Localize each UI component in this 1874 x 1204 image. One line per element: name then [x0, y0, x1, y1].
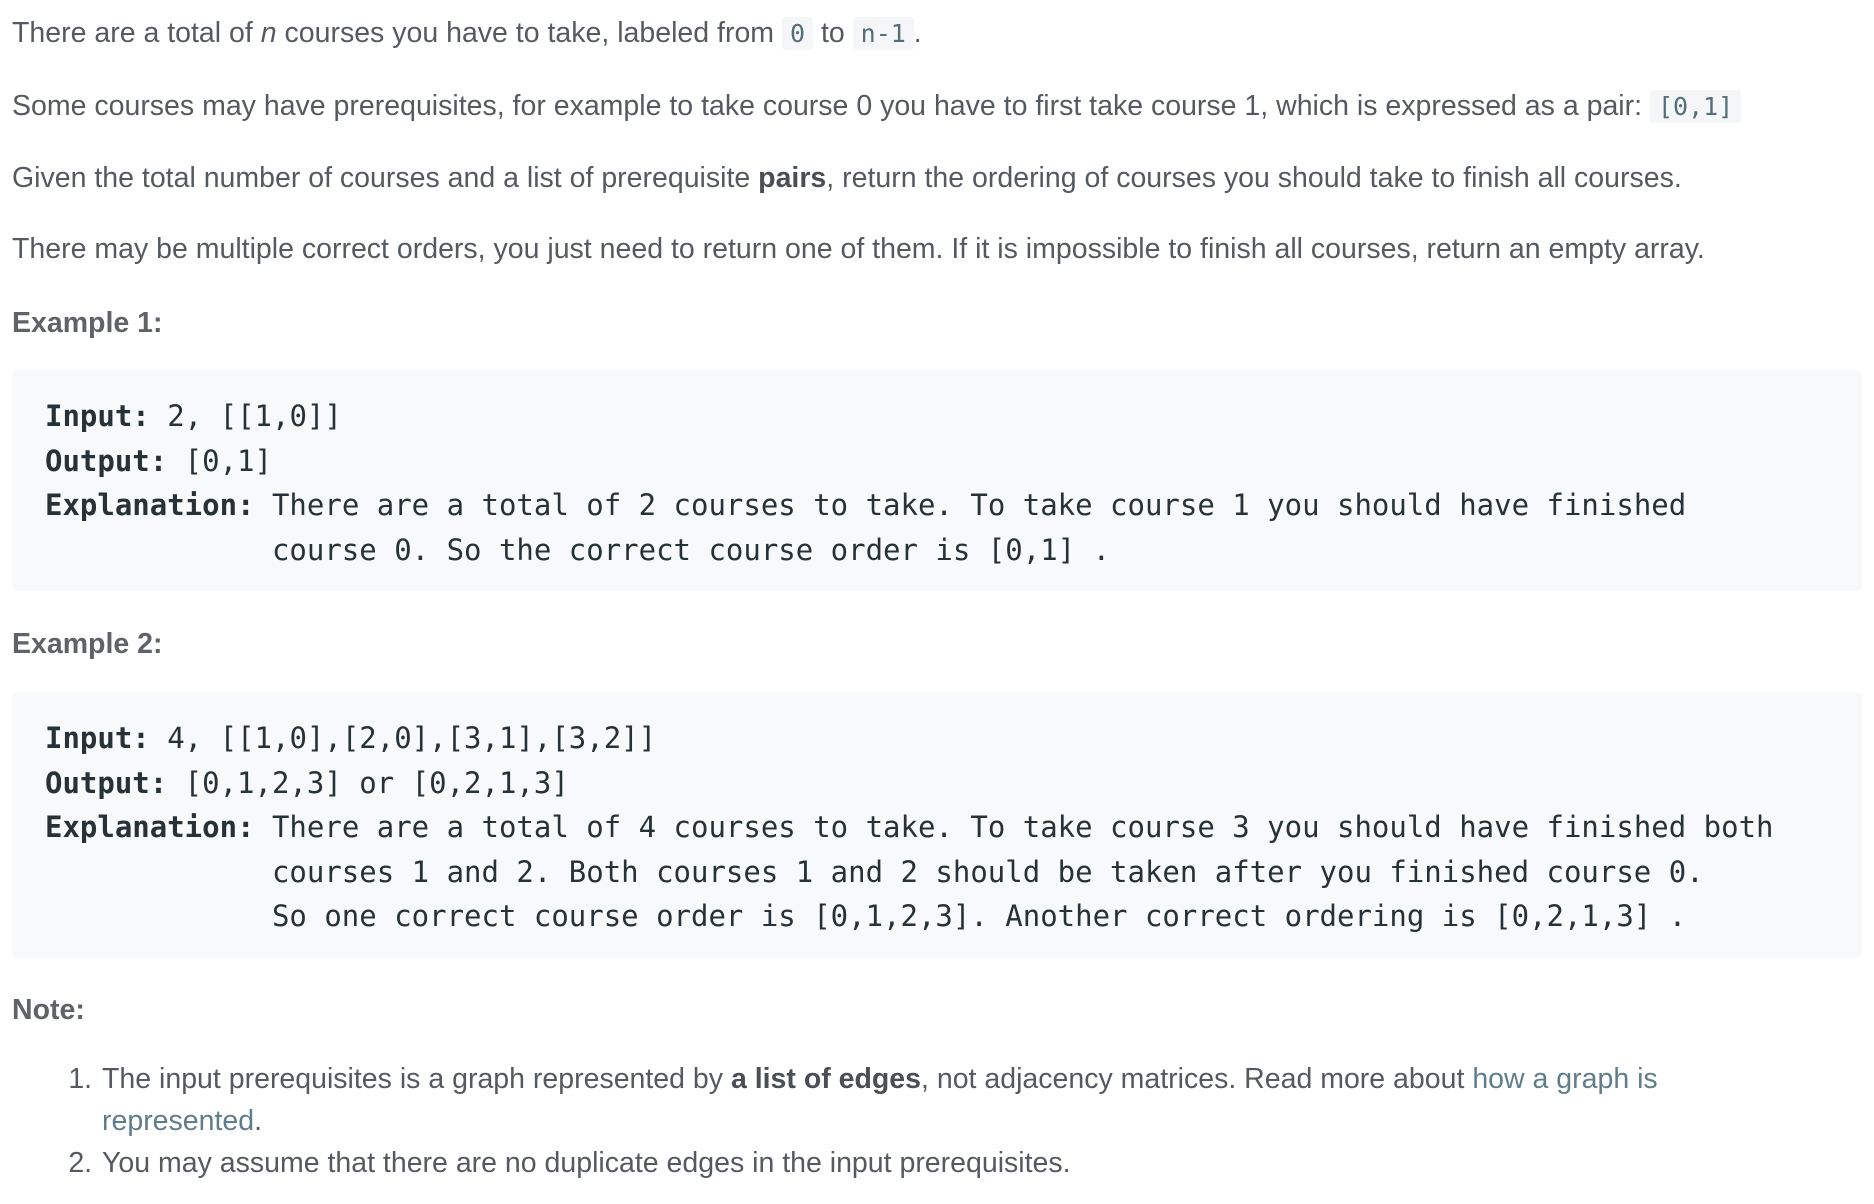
note-text: . — [254, 1105, 263, 1137]
note-text: , not adjacency matrices. Read more abou… — [921, 1063, 1473, 1095]
output-label: Output: — [45, 443, 168, 478]
inline-code-n-minus-1: n-1 — [852, 17, 914, 50]
inline-code-zero: 0 — [781, 17, 814, 50]
example-1-code-block: Input: 2, [[1,0]] Output: [0,1] Explanat… — [12, 370, 1862, 591]
bold-list-of-edges: a list of edges — [730, 1063, 922, 1095]
inline-code-pair: [0,1] — [1649, 90, 1742, 123]
explanation-label: Explanation: — [45, 488, 255, 522]
input-value: 2, [[1,0]] — [149, 399, 342, 433]
intro-text: Some courses may have prerequisites, for… — [12, 90, 1650, 122]
intro-paragraph-2: Some courses may have prerequisites, for… — [12, 86, 1742, 127]
intro-paragraph-1: There are a total of n courses you have … — [12, 13, 922, 54]
output-value: [0,1] — [167, 443, 272, 478]
example-1-heading: Example 1: — [12, 307, 163, 339]
input-value: 4, [[1,0],[2,0],[3,1],[3,2]] — [149, 721, 657, 755]
variable-n: n — [260, 17, 277, 49]
explanation-value: There are a total of 4 courses to take. … — [271, 810, 1774, 933]
output-label: Output: — [45, 765, 168, 800]
explanation-value: There are a total of 2 courses to take. … — [271, 488, 1687, 567]
intro-text: courses you have to take, labeled from — [276, 17, 782, 49]
intro-text: to — [813, 17, 853, 49]
note-item-2: You may assume that there are no duplica… — [100, 1142, 1800, 1184]
output-value: [0,1,2,3] or [0,2,1,3] — [167, 765, 569, 800]
intro-text: , return the ordering of courses you sho… — [826, 162, 1682, 194]
intro-paragraph-4: There may be multiple correct orders, yo… — [12, 233, 1705, 265]
note-item-1: The input prerequisites is a graph repre… — [100, 1058, 1800, 1142]
note-heading: Note: — [12, 994, 85, 1026]
note-list: The input prerequisites is a graph repre… — [12, 1058, 1800, 1184]
intro-paragraph-3: Given the total number of courses and a … — [12, 158, 1682, 198]
example-2-code-block: Input: 4, [[1,0],[2,0],[3,1],[3,2]] Outp… — [12, 692, 1862, 958]
input-label: Input: — [45, 721, 150, 755]
intro-text: There are a total of — [12, 17, 261, 49]
intro-text: Given the total number of courses and a … — [12, 162, 759, 194]
example-2-heading: Example 2: — [12, 628, 163, 660]
explanation-label: Explanation: — [45, 810, 255, 844]
bold-pairs: pairs — [758, 162, 827, 194]
note-text: The input prerequisites is a graph repre… — [102, 1063, 731, 1095]
input-label: Input: — [45, 399, 150, 433]
intro-text: . — [913, 17, 922, 49]
